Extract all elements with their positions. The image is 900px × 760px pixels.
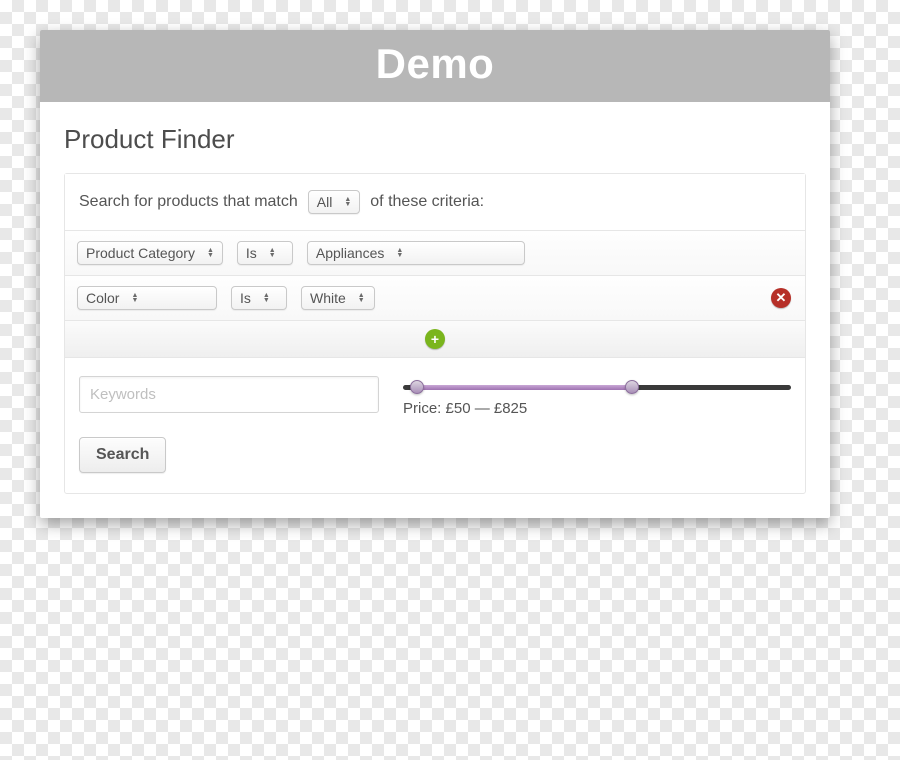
- stepper-icon: ▲▼: [269, 248, 276, 258]
- slider-handle-max[interactable]: [625, 380, 639, 394]
- criteria-row: Product Category ▲▼ Is ▲▼ Appliances ▲▼: [65, 230, 805, 275]
- criteria-operator-select[interactable]: Is ▲▼: [231, 286, 287, 310]
- criteria-row: Color ▲▼ Is ▲▼ White ▲▼ ✕: [65, 275, 805, 320]
- criteria-field-value: Color: [86, 290, 119, 306]
- criteria-value: Appliances: [316, 245, 385, 261]
- keywords-input[interactable]: [79, 376, 379, 413]
- match-mode-value: All: [317, 194, 333, 210]
- plus-icon: +: [431, 331, 439, 347]
- stepper-icon: ▲▼: [131, 293, 138, 303]
- criteria-group: Search for products that match All ▲▼ of…: [64, 173, 806, 494]
- match-row: Search for products that match All ▲▼ of…: [65, 174, 805, 230]
- price-label: Price: £50 — £825: [403, 400, 791, 417]
- search-button[interactable]: Search: [79, 437, 166, 473]
- match-mode-select[interactable]: All ▲▼: [308, 190, 361, 214]
- close-icon: ✕: [776, 290, 787, 306]
- stepper-icon: ▲▼: [396, 248, 403, 258]
- search-row: Search: [65, 431, 805, 493]
- demo-panel: Demo Product Finder Search for products …: [40, 30, 830, 518]
- slider-handle-min[interactable]: [410, 380, 424, 394]
- criteria-value: White: [310, 290, 346, 306]
- criteria-value-select[interactable]: Appliances ▲▼: [307, 241, 525, 265]
- criteria-operator-value: Is: [246, 245, 257, 261]
- stepper-icon: ▲▼: [207, 248, 214, 258]
- body: Product Finder Search for products that …: [40, 102, 830, 518]
- criteria-field-select[interactable]: Color ▲▼: [77, 286, 217, 310]
- criteria-selects: Product Category ▲▼ Is ▲▼ Appliances ▲▼: [77, 241, 525, 265]
- criteria-field-select[interactable]: Product Category ▲▼: [77, 241, 223, 265]
- price-range-text: £50 — £825: [446, 400, 528, 417]
- match-suffix: of these criteria:: [370, 193, 484, 211]
- criteria-selects: Color ▲▼ Is ▲▼ White ▲▼: [77, 286, 375, 310]
- bottom-row: Price: £50 — £825: [65, 357, 805, 431]
- price-slider[interactable]: [403, 382, 791, 392]
- stepper-icon: ▲▼: [263, 293, 270, 303]
- slider-track-fill: [417, 385, 632, 390]
- stepper-icon: ▲▼: [358, 293, 365, 303]
- header-title: Demo: [40, 30, 830, 102]
- criteria-operator-select[interactable]: Is ▲▼: [237, 241, 293, 265]
- criteria-operator-value: Is: [240, 290, 251, 306]
- criteria-field-value: Product Category: [86, 245, 195, 261]
- page-title: Product Finder: [64, 124, 806, 155]
- stepper-icon: ▲▼: [344, 197, 351, 207]
- remove-criteria-button[interactable]: ✕: [771, 288, 791, 308]
- price-column: Price: £50 — £825: [403, 376, 791, 417]
- add-criteria-button[interactable]: +: [425, 329, 445, 349]
- match-prefix: Search for products that match: [79, 193, 298, 211]
- add-criteria-row: +: [65, 320, 805, 357]
- criteria-value-select[interactable]: White ▲▼: [301, 286, 375, 310]
